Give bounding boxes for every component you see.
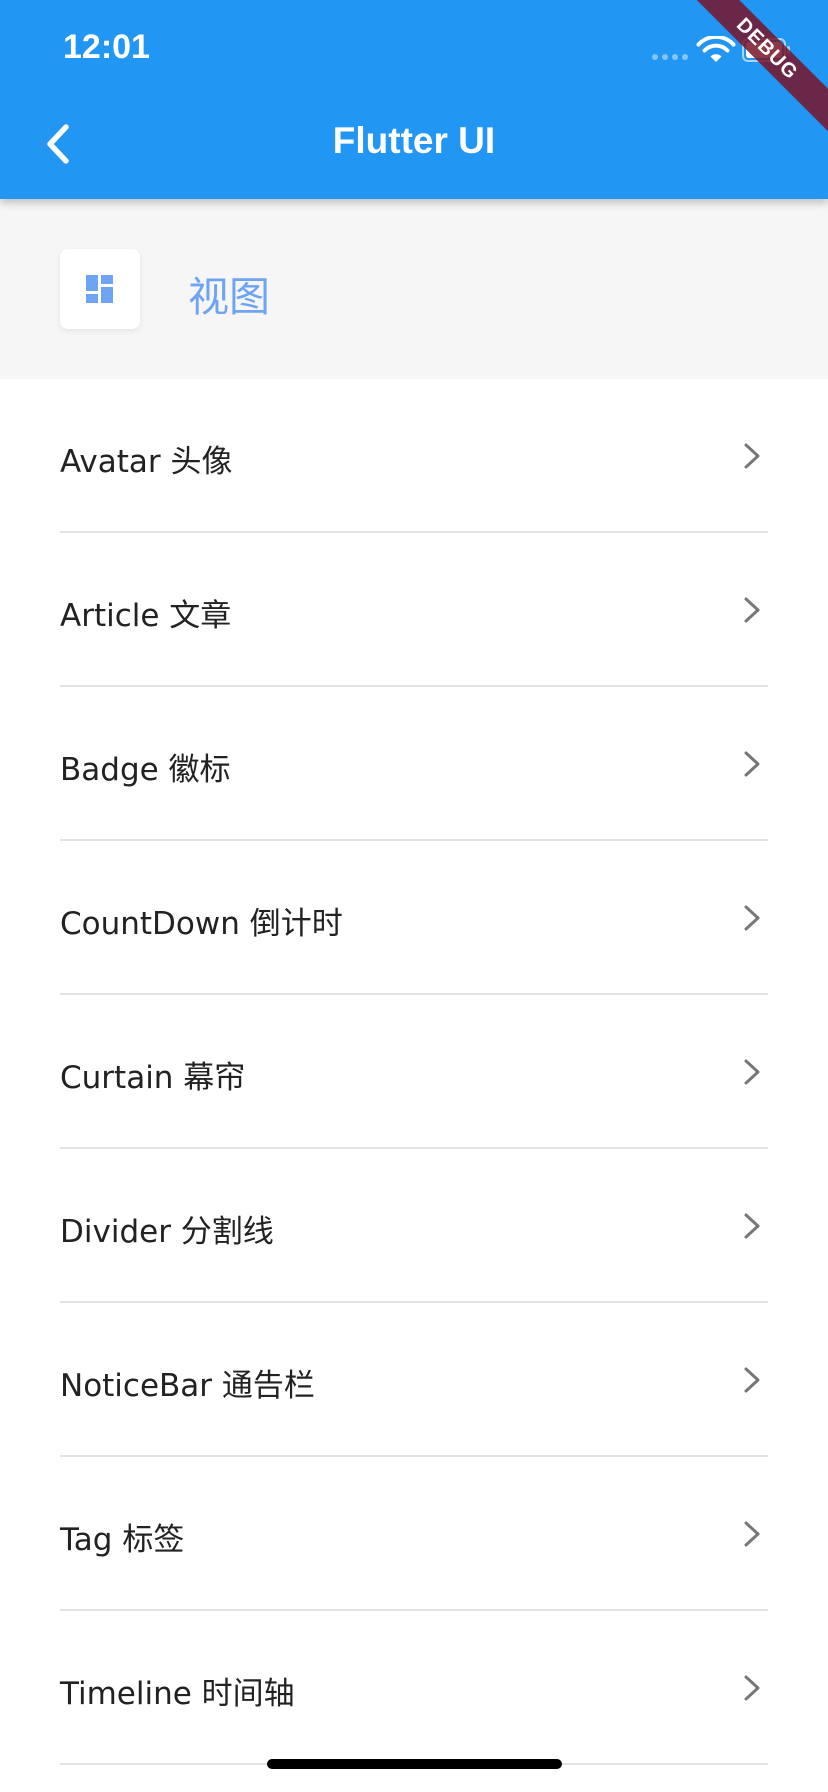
chevron-right-icon (744, 905, 760, 931)
list-item-tag[interactable]: Tag 标签 (0, 1457, 828, 1611)
section-icon-box (60, 249, 140, 329)
section-title: 视图 (188, 273, 270, 321)
list-item-label: Divider 分割线 (60, 1214, 274, 1250)
list-item-label: Curtain 幕帘 (60, 1060, 246, 1096)
list-item-curtain[interactable]: Curtain 幕帘 (0, 995, 828, 1149)
component-list: Avatar 头像 Article 文章 Badge 徽标 CountDown … (0, 379, 828, 1765)
list-item-label: Timeline 时间轴 (60, 1676, 295, 1712)
chevron-right-icon (744, 1521, 760, 1547)
chevron-right-icon (744, 443, 760, 469)
chevron-right-icon (744, 1059, 760, 1085)
list-item-badge[interactable]: Badge 徽标 (0, 687, 828, 841)
chevron-right-icon (744, 597, 760, 623)
list-item-label: Avatar 头像 (60, 444, 233, 480)
list-item-avatar[interactable]: Avatar 头像 (0, 379, 828, 533)
debug-banner-label: DEBUG (682, 0, 828, 134)
chevron-right-icon (744, 1213, 760, 1239)
screen: 12:01 Flutter UI DEBUG 视图 Avatar 头像 Arti… (0, 0, 828, 1792)
list-item-divider[interactable]: Divider 分割线 (0, 1149, 828, 1303)
dashboard-icon (86, 275, 113, 303)
home-indicator[interactable] (267, 1759, 562, 1769)
list-item-countdown[interactable]: CountDown 倒计时 (0, 841, 828, 995)
debug-banner: DEBUG (678, 0, 828, 150)
list-item-label: Article 文章 (60, 598, 232, 634)
chevron-right-icon (744, 751, 760, 777)
chevron-right-icon (744, 1675, 760, 1701)
list-item-noticebar[interactable]: NoticeBar 通告栏 (0, 1303, 828, 1457)
status-time: 12:01 (63, 28, 150, 66)
list-item-label: Tag 标签 (60, 1522, 185, 1558)
list-item-label: CountDown 倒计时 (60, 906, 343, 942)
section-header: 视图 (0, 199, 828, 379)
list-item-label: Badge 徽标 (60, 752, 231, 788)
chevron-right-icon (744, 1367, 760, 1393)
list-item-article[interactable]: Article 文章 (0, 533, 828, 687)
list-item-label: NoticeBar 通告栏 (60, 1368, 315, 1404)
list-item-timeline[interactable]: Timeline 时间轴 (0, 1611, 828, 1765)
